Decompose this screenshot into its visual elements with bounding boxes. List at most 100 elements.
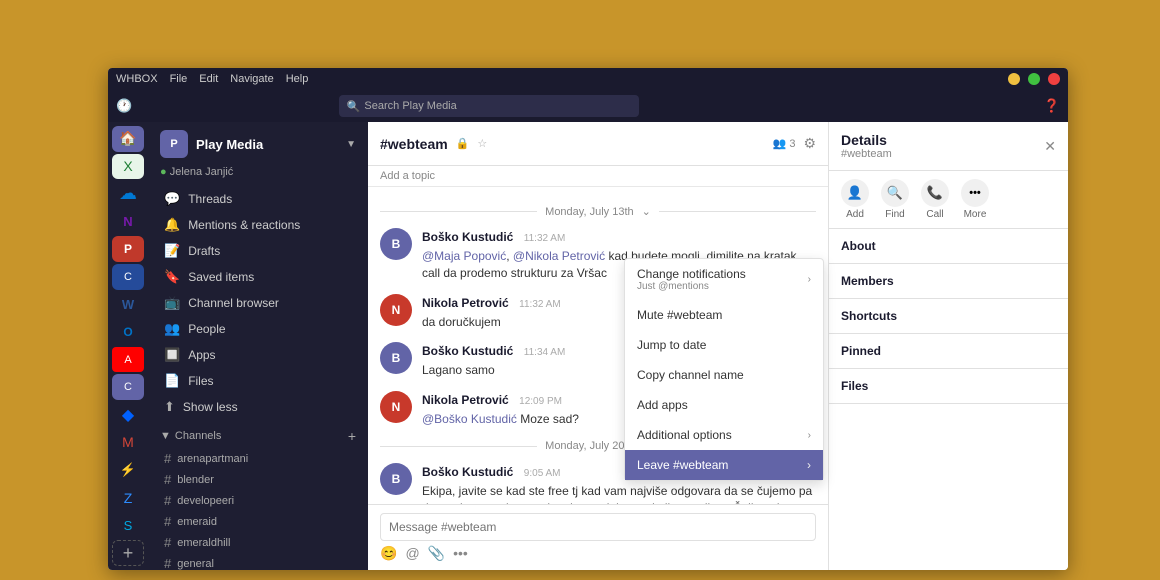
attachment-icon[interactable]: 📎 <box>428 545 445 562</box>
channel-developeeri[interactable]: #developeeri <box>152 490 364 511</box>
sidebar-item-people[interactable]: 👥 People <box>152 316 364 342</box>
app-icon-home[interactable]: 🏠 <box>112 126 144 152</box>
app-icon-app2[interactable]: C <box>112 264 144 290</box>
app-icon-word[interactable]: W <box>112 292 144 318</box>
maximize-button[interactable] <box>1028 73 1040 85</box>
menu-file[interactable]: File <box>170 73 188 85</box>
mentions-icon: 🔔 <box>164 217 180 233</box>
add-icon: 👤 <box>841 179 869 207</box>
panel-action-find[interactable]: 🔍 Find <box>881 179 909 220</box>
sidebar-item-files[interactable]: 📄 Files <box>152 368 364 394</box>
app-icon-skype[interactable]: S <box>112 512 144 538</box>
menu-navigate[interactable]: Navigate <box>230 73 273 85</box>
panel-action-add[interactable]: 👤 Add <box>841 179 869 220</box>
apps-icon: 🔲 <box>164 347 180 363</box>
star-icon[interactable]: ☆ <box>477 137 487 150</box>
channel-emeraid[interactable]: #emeraid <box>152 511 364 532</box>
channel-blender[interactable]: #blender <box>152 469 364 490</box>
app-icon-c[interactable]: C <box>112 374 144 400</box>
message-author: Boško Kustudić <box>422 344 513 358</box>
app-icon-gmail[interactable]: M <box>112 430 144 456</box>
panel-section-shortcuts[interactable]: Shortcuts <box>829 299 1068 334</box>
chevron-down-icon: ▼ <box>346 139 356 150</box>
chat-input[interactable] <box>380 513 816 541</box>
channel-emeraldhill[interactable]: #emeraldhill <box>152 532 364 553</box>
app-icon-onenote[interactable]: N <box>112 209 144 235</box>
mention-icon[interactable]: @ <box>405 545 419 562</box>
avatar: B <box>380 228 412 260</box>
emoji-icon[interactable]: 😊 <box>380 545 397 562</box>
settings-icon[interactable]: ⚙ <box>803 135 816 152</box>
message-author: Nikola Petrović <box>422 393 509 407</box>
message-author: Boško Kustudić <box>422 465 513 479</box>
sidebar-item-drafts[interactable]: 📝 Drafts <box>152 238 364 264</box>
chat-input-area: 😊 @ 📎 ••• <box>368 504 828 570</box>
saved-icon: 🔖 <box>164 269 180 285</box>
sidebar-item-mentions[interactable]: 🔔 Mentions & reactions <box>152 212 364 238</box>
channel-arenapartmani[interactable]: #arenapartmani <box>152 448 364 469</box>
channels-section-header[interactable]: ▼ Channels + <box>148 420 368 448</box>
message-time: 12:09 PM <box>519 396 562 407</box>
app-icon-dropbox[interactable]: ◆ <box>112 402 144 428</box>
close-button[interactable] <box>1048 73 1060 85</box>
mention-link-2[interactable]: @Nikola Petrović <box>513 249 605 263</box>
lock-icon: 🔒 <box>456 137 470 150</box>
sidebar-item-apps[interactable]: 🔲 Apps <box>152 342 364 368</box>
title-bar: WHBOX File Edit Navigate Help <box>108 68 1068 90</box>
app-icon-zoom[interactable]: Z <box>112 485 144 511</box>
menu-edit[interactable]: Edit <box>199 73 218 85</box>
help-icon[interactable]: ❓ <box>1044 98 1060 114</box>
chat-input-icons: 😊 @ 📎 ••• <box>380 541 816 562</box>
sidebar-item-channel-browser[interactable]: 📺 Channel browser <box>152 290 364 316</box>
search-placeholder: Search Play Media <box>364 100 456 112</box>
minimize-button[interactable] <box>1008 73 1020 85</box>
find-icon: 🔍 <box>881 179 909 207</box>
chat-subtitle[interactable]: Add a topic <box>368 166 828 187</box>
call-icon: 📞 <box>921 179 949 207</box>
chat-channel-name: #webteam <box>380 136 448 152</box>
message-time: 11:32 AM <box>519 299 561 310</box>
app-icon-adobe[interactable]: A <box>112 347 144 373</box>
team-name: Play Media <box>196 137 338 152</box>
team-header[interactable]: P Play Media ▼ <box>148 122 368 166</box>
app-icon-excel[interactable]: X <box>112 154 144 180</box>
panel-section-pinned[interactable]: Pinned <box>829 334 1068 369</box>
window-title: WHBOX <box>116 73 158 85</box>
mention-link[interactable]: @Boško Kustudić <box>422 412 517 426</box>
app-icon-outlook[interactable]: O <box>112 319 144 345</box>
app-icon-zapier[interactable]: ⚡ <box>112 457 144 483</box>
channels-collapse-icon: ▼ <box>160 430 171 442</box>
add-channel-icon[interactable]: + <box>348 428 356 444</box>
app-icons-sidebar: 🏠 X ☁ N P C W O A C ◆ M ⚡ Z S + <box>108 122 148 570</box>
message-time: 11:34 AM <box>524 347 566 358</box>
app-icon-onedrive[interactable]: ☁ <box>112 181 144 207</box>
panel-section-about[interactable]: About <box>829 229 1068 264</box>
channel-general[interactable]: #general <box>152 553 364 570</box>
sidebar-item-show-less[interactable]: ⬆ Show less <box>152 394 364 420</box>
sidebar-item-threads[interactable]: 💬 Threads <box>152 186 364 212</box>
right-panel-header: Details #webteam ✕ <box>829 122 1068 171</box>
more-icon[interactable]: ••• <box>453 545 468 562</box>
mention-link[interactable]: @Maja Popović <box>422 249 506 263</box>
window-controls <box>1008 73 1060 85</box>
sidebar-item-saved[interactable]: 🔖 Saved items <box>152 264 364 290</box>
right-panel-title: Details <box>841 132 892 148</box>
right-panel: Details #webteam ✕ 👤 Add 🔍 Find 📞 Call <box>828 122 1068 570</box>
panel-action-call[interactable]: 📞 Call <box>921 179 949 220</box>
drafts-icon: 📝 <box>164 243 180 259</box>
more-icon: ••• <box>961 179 989 207</box>
threads-icon: 💬 <box>164 191 180 207</box>
panel-action-more[interactable]: ••• More <box>961 179 989 220</box>
browser-icon: 📺 <box>164 295 180 311</box>
message-author: Nikola Petrović <box>422 296 509 310</box>
app-icon-add[interactable]: + <box>112 540 144 566</box>
close-panel-button[interactable]: ✕ <box>1044 138 1056 155</box>
search-bar[interactable]: 🔍 Search Play Media <box>339 95 639 117</box>
team-avatar: P <box>160 130 188 158</box>
panel-section-members[interactable]: Members <box>829 264 1068 299</box>
app-icon-powerpoint[interactable]: P <box>112 236 144 262</box>
panel-section-files[interactable]: Files <box>829 369 1068 404</box>
clock-icon[interactable]: 🕐 <box>116 98 132 114</box>
menu-help[interactable]: Help <box>286 73 309 85</box>
main-layout: 🏠 X ☁ N P C W O A C ◆ M ⚡ Z S + P Play M… <box>108 122 1068 570</box>
